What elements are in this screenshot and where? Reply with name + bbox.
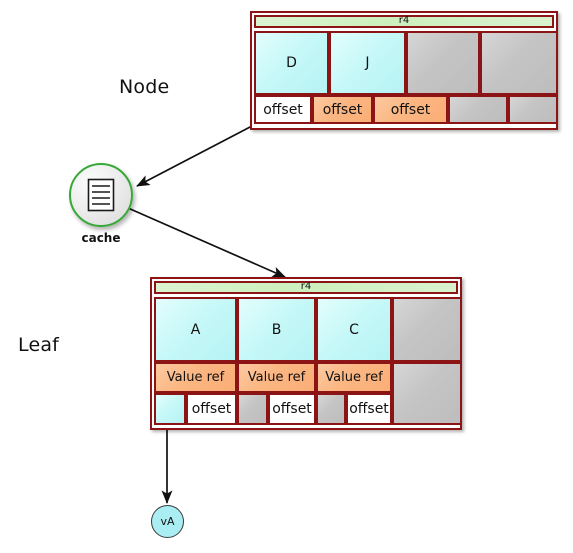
node-offset-cell-2[interactable]: offset	[373, 95, 448, 124]
leaf-valueref-label-0: Value ref	[166, 370, 225, 385]
node-offset-cell-3[interactable]	[448, 95, 508, 124]
leaf-offset-cell-0[interactable]	[154, 393, 186, 425]
node-key-label-1: J	[365, 55, 370, 71]
leaf-offset-cell-5[interactable]: offset	[346, 393, 392, 425]
leaf-valueref-cell-2[interactable]: Value ref	[316, 362, 392, 393]
leaf-key-cell-1[interactable]: B	[237, 297, 316, 362]
edge-cache-to-leaf	[127, 207, 286, 278]
cache-label: cache	[81, 231, 121, 245]
node-key-cell-2[interactable]	[406, 31, 480, 95]
leaf-valueref-cell-1[interactable]: Value ref	[237, 362, 316, 393]
leaf-table-header: r4	[154, 281, 458, 294]
leaf-key-cell-0[interactable]: A	[154, 297, 237, 362]
node-offset-cell-4[interactable]	[508, 95, 558, 124]
leaf-offset-label-1: offset	[191, 401, 232, 417]
leaf-valueref-cell-0[interactable]: Value ref	[154, 362, 237, 393]
node-table-body: D J offset offset offset	[254, 28, 558, 128]
leaf-key-label-0: A	[190, 321, 201, 338]
node-key-label-0: D	[286, 55, 297, 71]
value-node-label: vA	[160, 515, 175, 528]
node-table[interactable]: r4 D J offset offset offset	[250, 11, 558, 130]
leaf-offset-label-3: offset	[272, 401, 312, 417]
diagram-canvas: Node Leaf r4 D J offset offset offset ca…	[0, 0, 573, 553]
node-offset-label-2: offset	[390, 101, 431, 118]
edge-node-to-cache	[136, 125, 253, 187]
leaf-valueref-cell-3[interactable]	[392, 362, 462, 425]
node-key-cell-3[interactable]	[480, 31, 558, 95]
leaf-offset-cell-4[interactable]	[316, 393, 346, 425]
leaf-offset-cell-1[interactable]: offset	[186, 393, 237, 425]
leaf-table-body: A B C Value ref Value ref Value ref offs…	[154, 294, 462, 428]
node-key-cell-1[interactable]: J	[329, 31, 406, 95]
leaf-section-label: Leaf	[18, 334, 60, 356]
leaf-key-label-2: C	[349, 321, 359, 338]
node-key-cell-0[interactable]: D	[254, 31, 329, 95]
node-offset-label-1: offset	[322, 101, 363, 118]
value-node-va[interactable]: vA	[151, 505, 184, 538]
leaf-key-cell-3[interactable]	[392, 297, 462, 362]
cache-node[interactable]: cache	[69, 163, 133, 245]
leaf-table[interactable]: r4 A B C Value ref Value ref Value ref o…	[150, 277, 462, 430]
leaf-key-cell-2[interactable]: C	[316, 297, 392, 362]
node-table-header: r4	[254, 15, 554, 28]
leaf-valueref-label-1: Value ref	[247, 370, 306, 385]
node-offset-cell-1[interactable]: offset	[312, 95, 373, 124]
cache-circle[interactable]	[69, 163, 133, 227]
leaf-offset-cell-2[interactable]	[237, 393, 268, 425]
document-lines-icon	[87, 178, 115, 212]
node-section-label: Node	[119, 76, 170, 98]
node-table-header-label: r4	[398, 15, 410, 26]
leaf-key-label-1: B	[271, 321, 282, 338]
leaf-offset-cell-3[interactable]: offset	[268, 393, 316, 425]
leaf-table-header-label: r4	[300, 281, 312, 292]
node-offset-label-0: offset	[263, 101, 303, 118]
node-offset-cell-0[interactable]: offset	[254, 95, 312, 124]
leaf-valueref-label-2: Value ref	[325, 370, 383, 385]
leaf-offset-label-5: offset	[349, 401, 389, 417]
